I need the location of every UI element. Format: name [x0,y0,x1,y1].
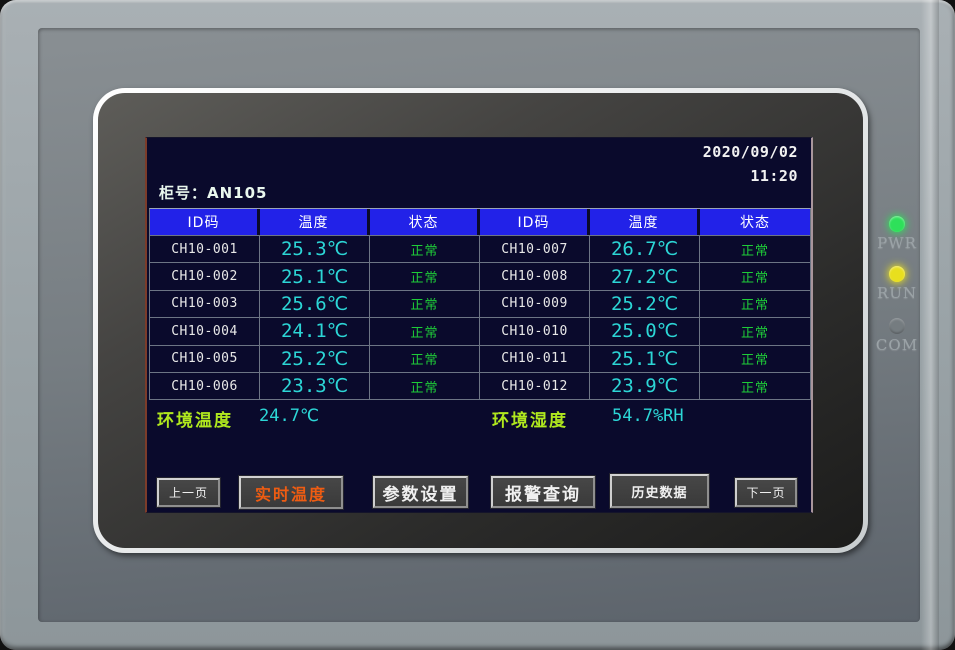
temperature-table: ID码 温度 状态 ID码 温度 状态 CH10-001 25.3℃ 正常 CH… [149,208,811,400]
ambient-temp-label: 环境温度 [157,406,233,431]
channel-id-cell: CH10-005 [150,345,260,372]
table-header-status-left: 状态 [370,209,480,235]
run-indicator: RUN [872,266,922,302]
power-led-label: PWR [872,234,922,252]
com-led-icon [889,318,905,334]
next-page-button[interactable]: 下一页 [735,478,797,507]
realtime-temp-button[interactable]: 实时温度 [239,476,343,509]
channel-id-cell: CH10-002 [150,262,260,289]
table-header-status-right: 状态 [700,209,810,235]
channel-id-cell: CH10-011 [480,345,590,372]
status-cell: 正常 [700,262,810,289]
ambient-humidity-value: 54.7%RH [612,406,684,426]
channel-id-cell: CH10-006 [150,372,260,399]
status-cell: 正常 [370,345,480,372]
channel-id-cell: CH10-007 [480,235,590,262]
status-cell: 正常 [700,235,810,262]
com-indicator: COM [872,318,922,354]
ambient-humidity-label: 环境湿度 [492,406,568,431]
temperature-cell: 25.2℃ [260,345,370,372]
temperature-cell: 26.7℃ [590,235,700,262]
temperature-cell: 25.0℃ [590,317,700,344]
time-display: 11:20 [750,167,798,185]
status-cell: 正常 [370,372,480,399]
channel-id-cell: CH10-010 [480,317,590,344]
temperature-cell: 25.2℃ [590,290,700,317]
date-display: 2020/09/02 [703,143,798,161]
lcd-screen: 2020/09/02 11:20 柜号：AN105 ID码 温度 状态 ID码 … [145,137,813,513]
table-header-id-left: ID码 [150,209,260,235]
power-indicator: PWR [872,216,922,252]
status-cell: 正常 [370,317,480,344]
run-led-label: RUN [872,284,922,302]
status-cell: 正常 [700,317,810,344]
table-header-temp-right: 温度 [590,209,700,235]
history-data-button[interactable]: 历史数据 [610,474,709,508]
run-led-icon [889,266,905,282]
param-settings-button[interactable]: 参数设置 [373,476,468,508]
status-cell: 正常 [370,262,480,289]
alarm-query-button[interactable]: 报警查询 [491,476,595,508]
status-cell: 正常 [370,235,480,262]
status-cell: 正常 [700,372,810,399]
temperature-cell: 23.3℃ [260,372,370,399]
com-led-label: COM [872,336,922,354]
channel-id-cell: CH10-001 [150,235,260,262]
table-header-id-right: ID码 [480,209,590,235]
ambient-temp-value: 24.7℃ [259,406,319,426]
temperature-cell: 25.1℃ [590,345,700,372]
channel-id-cell: CH10-009 [480,290,590,317]
status-cell: 正常 [700,345,810,372]
temperature-cell: 24.1℃ [260,317,370,344]
channel-id-cell: CH10-012 [480,372,590,399]
temperature-cell: 25.6℃ [260,290,370,317]
channel-id-cell: CH10-008 [480,262,590,289]
status-cell: 正常 [370,290,480,317]
channel-id-cell: CH10-003 [150,290,260,317]
table-header-temp-left: 温度 [260,209,370,235]
status-cell: 正常 [700,290,810,317]
power-led-icon [889,216,905,232]
prev-page-button[interactable]: 上一页 [157,478,220,507]
hmi-panel: 2020/09/02 11:20 柜号：AN105 ID码 温度 状态 ID码 … [0,0,955,650]
temperature-cell: 27.2℃ [590,262,700,289]
temperature-cell: 25.1℃ [260,262,370,289]
cabinet-label: 柜号：AN105 [159,182,267,203]
channel-id-cell: CH10-004 [150,317,260,344]
temperature-cell: 23.9℃ [590,372,700,399]
temperature-cell: 25.3℃ [260,235,370,262]
